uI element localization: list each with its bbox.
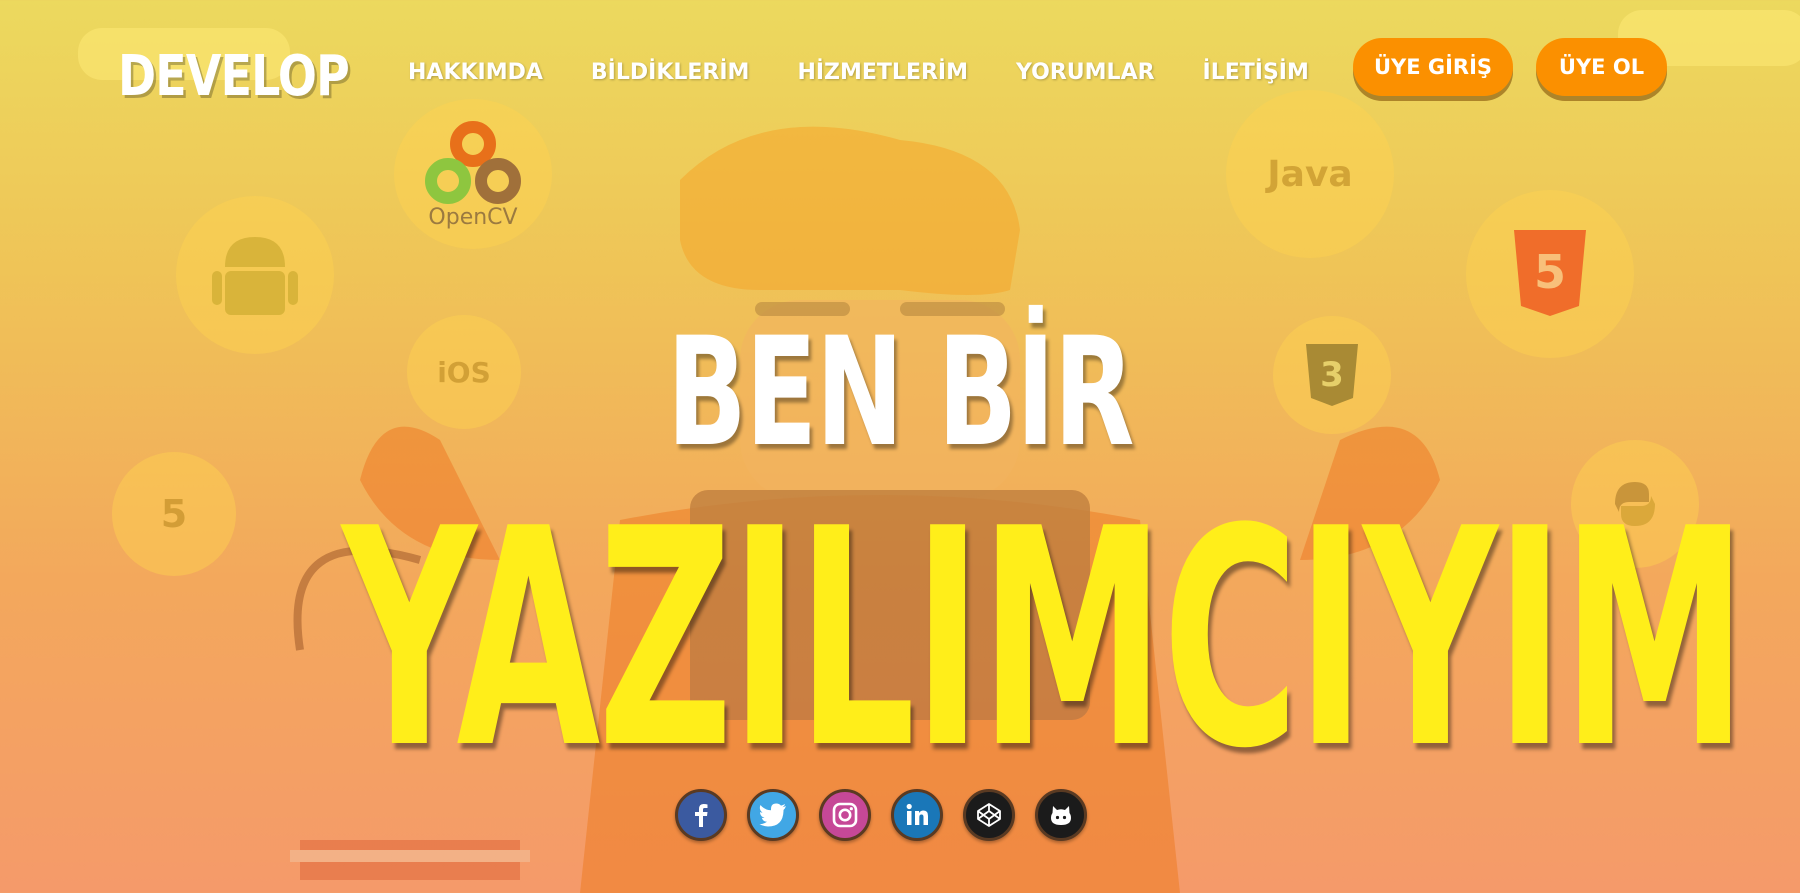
codepen-icon[interactable] xyxy=(963,789,1015,841)
html5-icon: 5 xyxy=(160,492,188,536)
instagram-icon[interactable] xyxy=(819,789,871,841)
github-icon[interactable] xyxy=(1035,789,1087,841)
login-button[interactable]: ÜYE GİRİŞ xyxy=(1353,38,1513,96)
signup-button[interactable]: ÜYE OL xyxy=(1536,38,1667,96)
android-icon xyxy=(212,237,298,315)
svg-text:5: 5 xyxy=(1534,245,1566,299)
twitter-icon[interactable] xyxy=(747,789,799,841)
nav-item-hizmetlerim[interactable]: HİZMETLERİM xyxy=(797,60,968,85)
main-nav: HAKKIMDA BİLDİKLERİM HİZMETLERİM YORUMLA… xyxy=(408,60,1357,85)
nav-item-bildiklerim[interactable]: BİLDİKLERİM xyxy=(591,60,750,85)
java-icon: Java xyxy=(1267,153,1353,195)
hero-title-line1: BEN BİR xyxy=(666,306,1135,480)
hero-title-line2: YAZILIMCIYIM xyxy=(342,465,1747,814)
linkedin-icon[interactable] xyxy=(891,789,943,841)
logo[interactable]: DEVELOP xyxy=(118,44,350,109)
nav-item-yorumlar[interactable]: YORUMLAR xyxy=(1016,60,1155,85)
html5-icon: 5 xyxy=(1514,230,1586,316)
opencv-label: OpenCV xyxy=(428,205,517,229)
nav-item-iletisim[interactable]: İLETİŞİM xyxy=(1203,60,1309,85)
facebook-icon[interactable] xyxy=(675,789,727,841)
social-links xyxy=(675,789,1087,841)
java-bubble: Java xyxy=(1226,90,1394,258)
opencv-bubble: OpenCV xyxy=(394,99,552,249)
nav-item-hakkimda[interactable]: HAKKIMDA xyxy=(408,60,543,85)
html5-bubble-left: 5 xyxy=(112,452,236,576)
opencv-icon: OpenCV xyxy=(425,121,521,229)
